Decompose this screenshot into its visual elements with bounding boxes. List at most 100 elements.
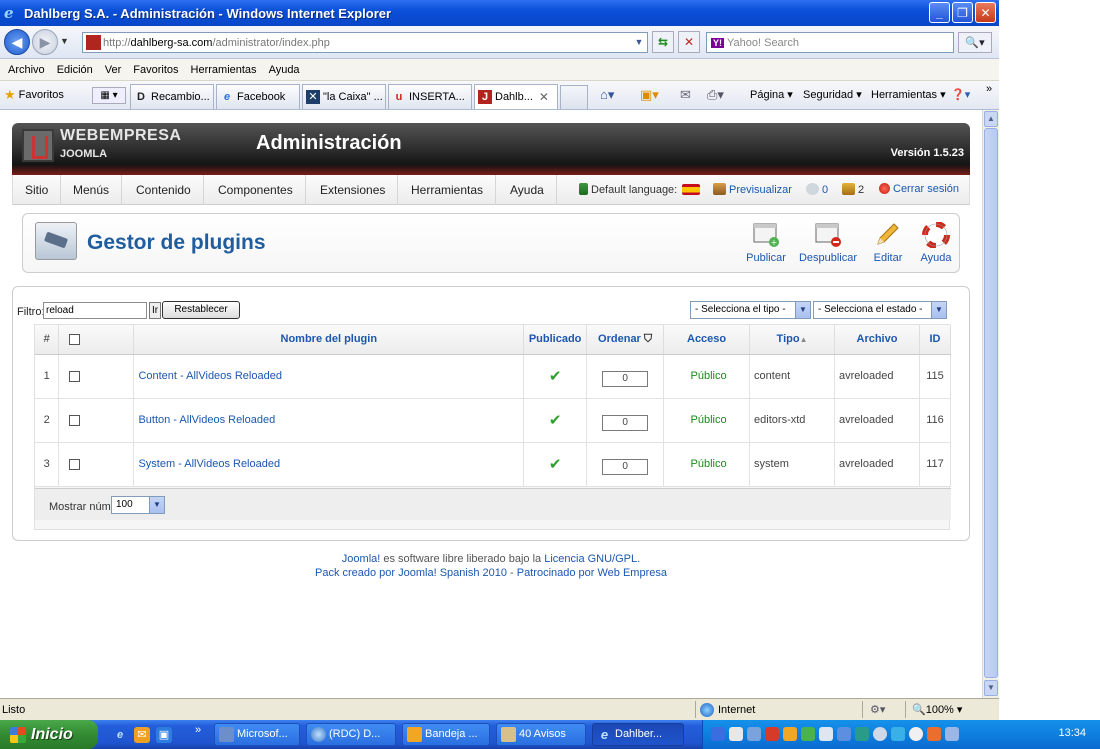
task-microsoft[interactable]: Microsof... <box>214 723 300 746</box>
tray-icon-10[interactable] <box>873 727 887 741</box>
access-link[interactable]: Público <box>663 354 751 399</box>
url-input[interactable]: http://dahlberg-sa.com/administrator/ind… <box>82 32 648 53</box>
browser-tab-dahlberg[interactable]: J Dahlb... ✕ <box>474 84 558 109</box>
forward-button[interactable]: ▶ <box>32 29 58 55</box>
menu-extensiones[interactable]: Extensiones <box>308 175 399 205</box>
order-input[interactable]: 0 <box>602 371 649 387</box>
plugin-name-link[interactable]: Content - AllVideos Reloaded <box>133 354 525 399</box>
help-button[interactable]: Ayuda <box>905 222 967 270</box>
protected-mode-icon[interactable]: ⚙▾ <box>870 703 885 716</box>
tools-menu[interactable]: Herramientas ▾ <box>871 88 946 101</box>
menu-herramientas[interactable]: Herramientas <box>191 64 257 76</box>
tray-icon-3[interactable] <box>747 727 761 741</box>
type-select[interactable]: - Selecciona el tipo - ▼ <box>690 301 811 319</box>
filter-input[interactable]: reload <box>43 302 147 319</box>
menu-menus[interactable]: Menús <box>61 175 123 205</box>
published-toggle[interactable]: ✔ <box>523 398 588 443</box>
url-dropdown-button[interactable]: ▼ <box>632 34 646 51</box>
limit-select[interactable]: 100 ▼ <box>111 496 165 514</box>
col-published[interactable]: Publicado <box>523 325 588 355</box>
browser-tab-recambio[interactable]: D Recambio... <box>130 84 214 109</box>
reset-button[interactable]: Restablecer <box>162 301 240 319</box>
more-commands-button[interactable]: » <box>986 83 992 95</box>
browser-tab-lacaixa[interactable]: ✕ "la Caixa" ... <box>302 84 386 109</box>
page-menu[interactable]: Página ▾ <box>750 88 793 101</box>
help-menu[interactable]: ❓▾ <box>951 88 970 101</box>
vertical-scrollbar[interactable]: ▲ ▼ <box>982 110 999 698</box>
stop-button[interactable]: ✕ <box>678 31 700 53</box>
browser-tab-inserta[interactable]: u INSERTA... <box>388 84 472 109</box>
mail-icon[interactable]: ✉ <box>680 87 691 103</box>
mail-quicklaunch-icon[interactable]: ✉ <box>134 727 150 743</box>
order-input[interactable]: 0 <box>602 459 649 475</box>
ie-quicklaunch-icon[interactable]: e <box>112 727 128 743</box>
sponsor-link[interactable]: Patrocinado por Web Empresa <box>517 567 667 579</box>
col-type[interactable]: Tipo▲ <box>749 325 835 355</box>
scroll-up-button[interactable]: ▲ <box>984 111 998 127</box>
favorites-button[interactable]: ★ Favoritos <box>4 87 64 103</box>
menu-edicion[interactable]: Edición <box>57 64 93 76</box>
tray-icon-13[interactable] <box>927 727 941 741</box>
back-button[interactable]: ◀ <box>4 29 30 55</box>
go-button[interactable]: Ir <box>149 302 161 319</box>
menu-contenido[interactable]: Contenido <box>124 175 204 205</box>
menu-sitio[interactable]: Sitio <box>13 175 62 205</box>
new-tab-button[interactable] <box>560 85 588 109</box>
close-tab-icon[interactable]: ✕ <box>539 90 549 104</box>
col-name[interactable]: Nombre del plugin <box>133 325 525 355</box>
plugin-name-link[interactable]: Button - AllVideos Reloaded <box>133 398 525 443</box>
tray-icon-7[interactable] <box>819 727 833 741</box>
quick-tabs-button[interactable]: ▦ ▾ <box>92 87 126 104</box>
preview-link[interactable]: Previsualizar <box>713 183 792 196</box>
zoom-control[interactable]: 🔍100% ▾ <box>912 703 962 716</box>
pack-link[interactable]: Pack creado por Joomla! Spanish 2010 <box>315 567 507 579</box>
browser-tab-facebook[interactable]: e Facebook <box>216 84 300 109</box>
rss-icon[interactable]: ▣▾ <box>640 87 659 103</box>
row-checkbox[interactable] <box>69 458 81 470</box>
menu-ayuda[interactable]: Ayuda <box>498 175 557 205</box>
task-bandeja[interactable]: Bandeja ... <box>402 723 490 746</box>
messages-link[interactable]: 0 <box>806 183 828 196</box>
access-link[interactable]: Público <box>663 442 751 487</box>
tray-icon-1[interactable] <box>711 727 725 741</box>
scroll-down-button[interactable]: ▼ <box>984 680 998 696</box>
refresh-button[interactable]: ⇆ <box>652 31 674 53</box>
unpublish-button[interactable]: Despublicar <box>797 222 859 270</box>
search-input[interactable]: Y! Yahoo! Search <box>706 32 954 53</box>
menu-componentes[interactable]: Componentes <box>206 175 306 205</box>
quicklaunch-more-icon[interactable]: » <box>190 722 206 738</box>
col-access[interactable]: Acceso <box>663 325 751 355</box>
scrollbar-thumb[interactable] <box>984 128 998 678</box>
maximize-button[interactable]: ❐ <box>952 2 973 23</box>
menu-favoritos[interactable]: Favoritos <box>133 64 178 76</box>
minimize-button[interactable]: _ <box>929 2 950 23</box>
state-select[interactable]: - Selecciona el estado - ▼ <box>813 301 947 319</box>
tray-icon-6[interactable] <box>801 727 815 741</box>
tray-icon-5[interactable] <box>783 727 797 741</box>
plugin-name-link[interactable]: System - AllVideos Reloaded <box>133 442 525 487</box>
history-dropdown-button[interactable]: ▼ <box>60 36 69 46</box>
start-button[interactable]: Inicio <box>0 720 98 749</box>
joomla-link[interactable]: Joomla! <box>342 553 381 565</box>
published-toggle[interactable]: ✔ <box>523 354 588 399</box>
tray-icon-12[interactable] <box>909 727 923 741</box>
row-checkbox[interactable] <box>69 414 81 426</box>
task-dahlberg[interactable]: e Dahlber... <box>592 723 684 746</box>
save-order-icon[interactable]: ⛉ <box>644 333 652 345</box>
license-link[interactable]: Licencia GNU/GPL. <box>544 553 640 565</box>
publish-button[interactable]: + Publicar <box>735 222 797 270</box>
tray-icon-4[interactable] <box>765 727 779 741</box>
published-toggle[interactable]: ✔ <box>523 442 588 487</box>
order-input[interactable]: 0 <box>602 415 649 431</box>
menu-archivo[interactable]: Archivo <box>8 64 45 76</box>
menu-herramientas[interactable]: Herramientas <box>399 175 497 205</box>
menu-ayuda[interactable]: Ayuda <box>269 64 300 76</box>
home-icon[interactable]: ⌂▾ <box>600 87 614 103</box>
access-link[interactable]: Público <box>663 398 751 443</box>
col-order[interactable]: Ordenar ⛉ <box>586 325 665 355</box>
title-bar[interactable]: e Dahlberg S.A. - Administración - Windo… <box>0 0 999 26</box>
row-checkbox[interactable] <box>69 370 81 382</box>
col-id[interactable]: ID <box>919 325 952 355</box>
tray-icon-9[interactable] <box>855 727 869 741</box>
tray-icon-2[interactable] <box>729 727 743 741</box>
